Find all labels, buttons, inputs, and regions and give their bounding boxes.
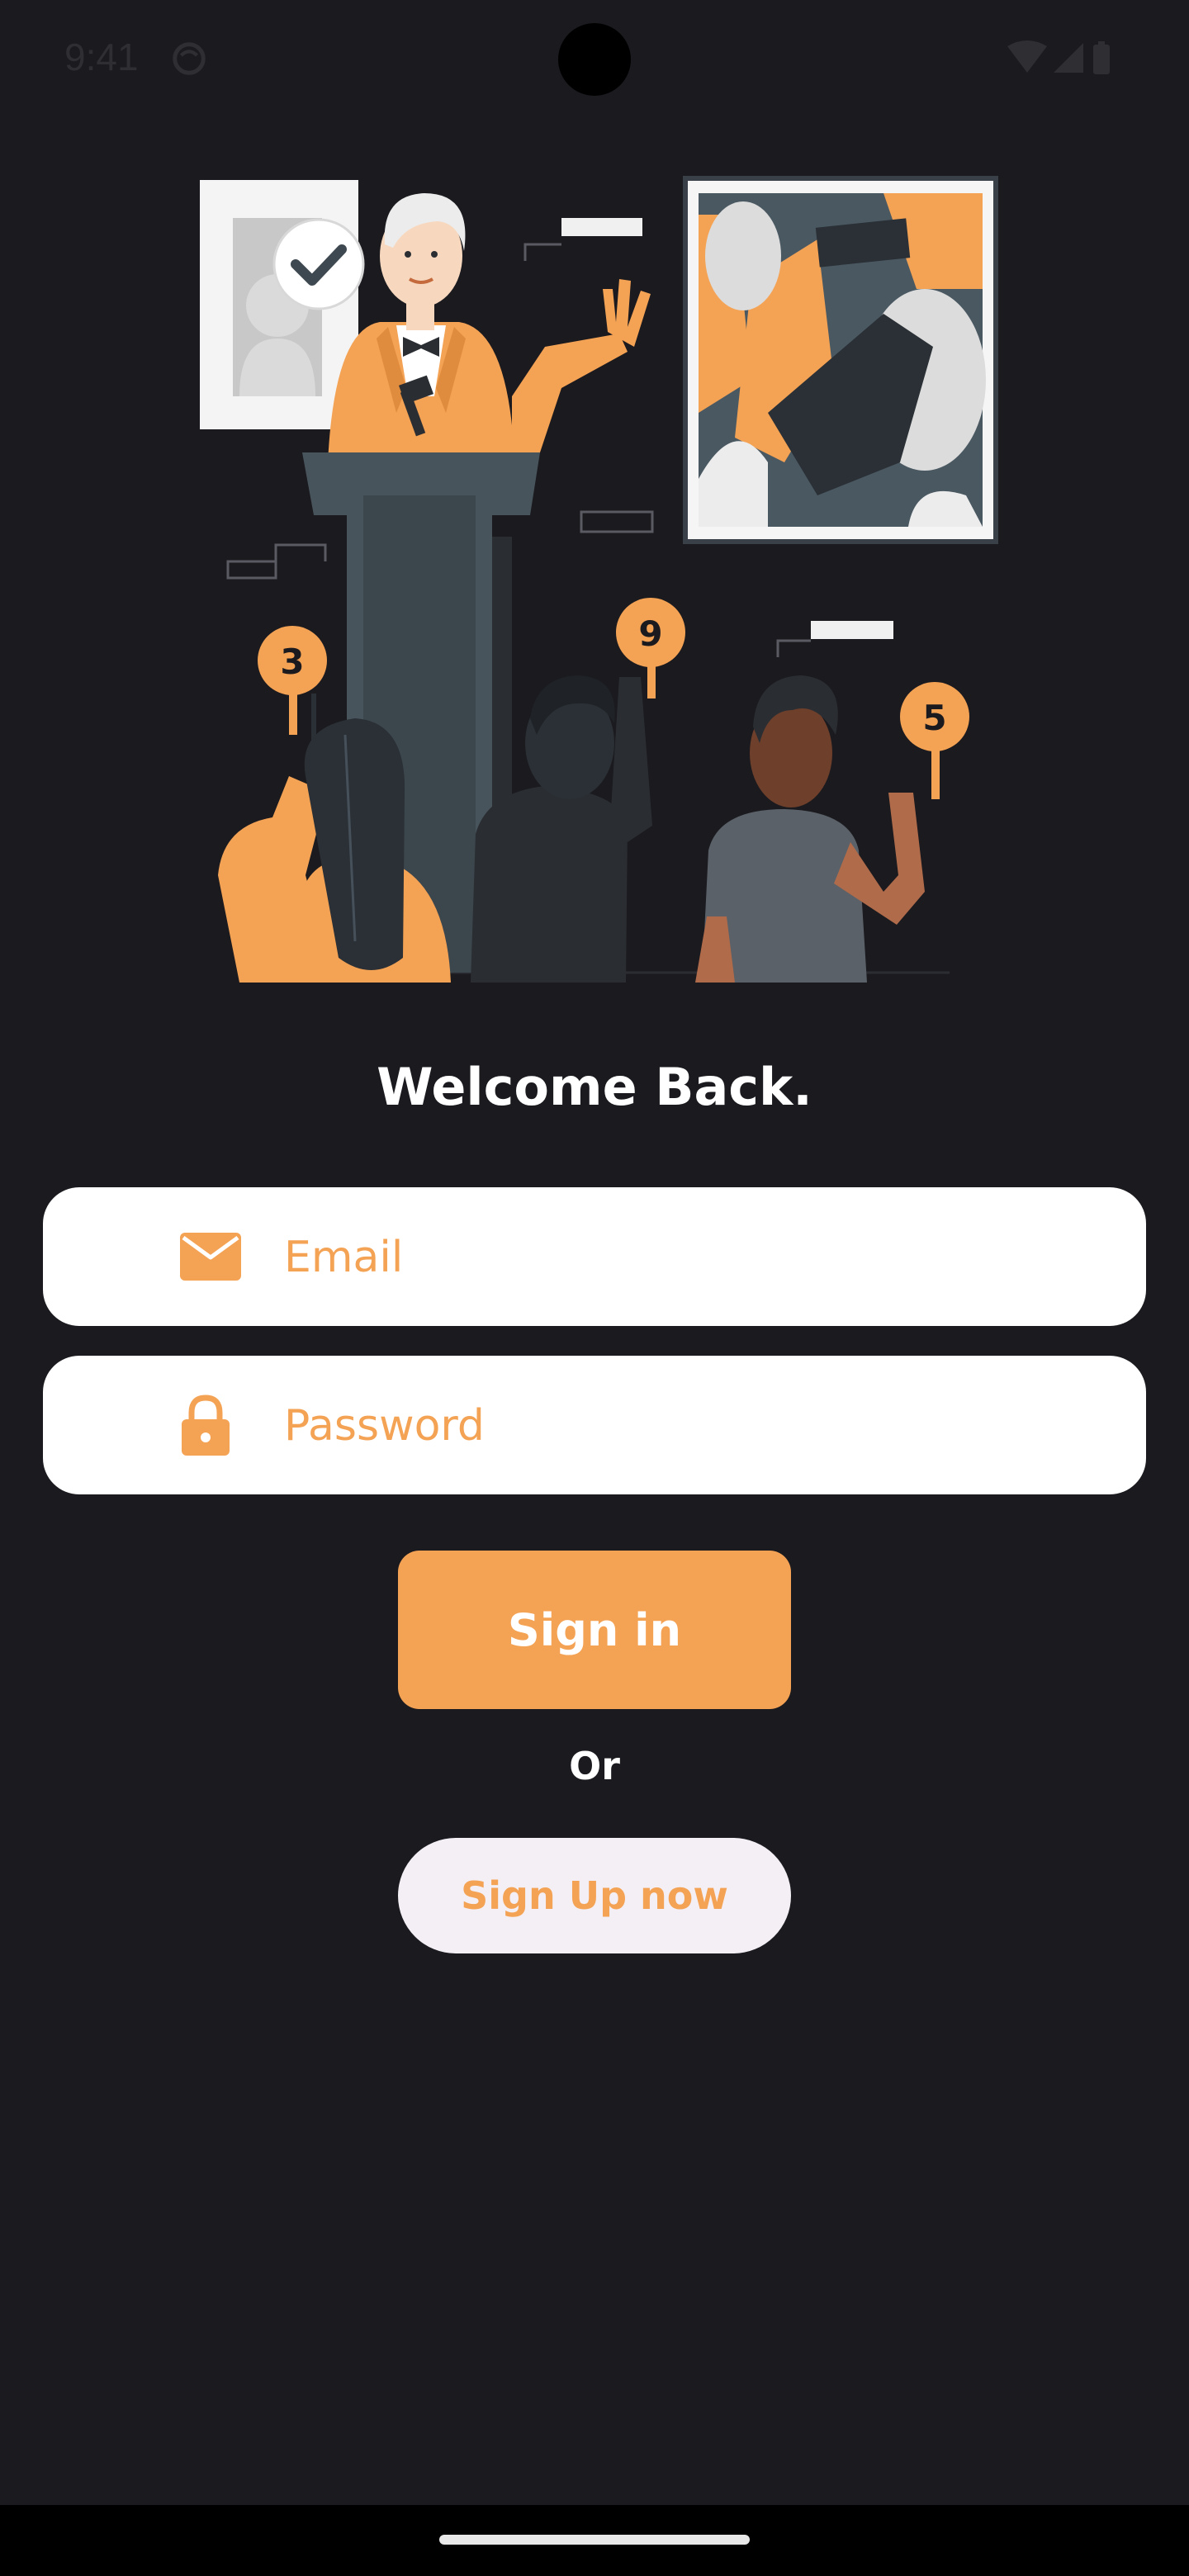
wifi-icon xyxy=(1007,40,1047,73)
camera-cutout xyxy=(558,23,631,96)
signal-icon xyxy=(1054,43,1083,73)
mail-icon xyxy=(180,1233,241,1281)
or-divider-label: Or xyxy=(569,1744,620,1788)
status-bar: 9:41 xyxy=(0,0,1189,116)
status-icons xyxy=(1007,40,1110,74)
bidder-right: 5 xyxy=(695,675,969,983)
email-field[interactable] xyxy=(43,1187,1146,1328)
password-field[interactable] xyxy=(43,1356,1146,1496)
password-input[interactable] xyxy=(282,1356,1111,1496)
paddle-number-3: 3 xyxy=(280,642,304,682)
sync-icon xyxy=(173,42,206,75)
welcome-title: Welcome Back. xyxy=(377,1057,812,1117)
home-indicator[interactable] xyxy=(439,2535,750,2545)
sign-in-button[interactable]: Sign in xyxy=(398,1551,791,1709)
battery-icon xyxy=(1093,41,1110,74)
email-input[interactable] xyxy=(282,1187,1111,1328)
painting-frame xyxy=(683,176,998,544)
system-nav-bar xyxy=(0,2505,1189,2576)
status-time: 9:41 xyxy=(64,36,139,78)
paddle-number-9: 9 xyxy=(638,613,662,654)
lock-icon xyxy=(182,1395,230,1456)
auction-illustration: 3 9 5 xyxy=(200,176,998,983)
paddle-number-5: 5 xyxy=(922,698,946,738)
sign-up-button[interactable]: Sign Up now xyxy=(398,1838,791,1953)
